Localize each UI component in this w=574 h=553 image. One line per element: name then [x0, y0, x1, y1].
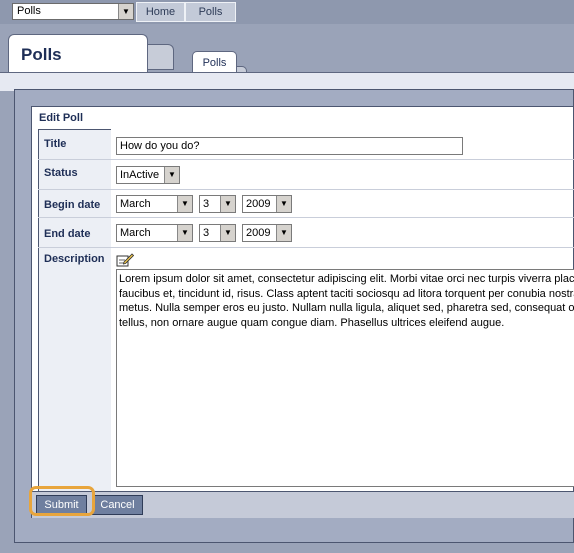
chevron-down-icon[interactable]: ▼ — [164, 167, 179, 183]
end-day-select[interactable]: 3 ▼ — [199, 224, 236, 242]
page-title-tab: Polls — [8, 34, 148, 74]
end-month-value: March — [120, 227, 151, 239]
status-value: InActive — [120, 169, 160, 181]
status-select[interactable]: InActive ▼ — [116, 166, 180, 184]
module-select[interactable]: Polls ▼ — [12, 3, 134, 20]
end-date-label: End date — [44, 228, 91, 240]
nav-tab-home[interactable]: Home — [136, 2, 185, 22]
begin-year-value: 2009 — [246, 198, 271, 210]
chevron-down-icon[interactable]: ▼ — [220, 225, 235, 241]
end-year-select[interactable]: 2009 ▼ — [242, 224, 292, 242]
chevron-down-icon[interactable]: ▼ — [177, 225, 192, 241]
begin-month-select[interactable]: March ▼ — [116, 195, 193, 213]
end-month-select[interactable]: March ▼ — [116, 224, 193, 242]
chevron-down-icon[interactable]: ▼ — [220, 196, 235, 212]
label-column — [38, 129, 111, 491]
status-label: Status — [44, 167, 78, 179]
begin-year-select[interactable]: 2009 ▼ — [242, 195, 292, 213]
description-line: faucibus et, tincidunt id, risus. Class … — [119, 287, 574, 300]
begin-month-value: March — [120, 198, 151, 210]
end-day-value: 3 — [203, 227, 210, 239]
submit-highlight-ring — [29, 486, 95, 516]
chevron-down-icon[interactable]: ▼ — [276, 196, 291, 212]
cancel-button[interactable]: Cancel — [92, 495, 143, 515]
begin-day-select[interactable]: 3 ▼ — [199, 195, 236, 213]
description-line: tellus, non ornare augue quam congue dia… — [119, 316, 505, 329]
subtab-polls[interactable]: Polls — [192, 51, 237, 73]
row-divider — [38, 159, 574, 160]
row-divider — [38, 247, 574, 248]
row-divider — [38, 189, 574, 190]
begin-date-label: Begin date — [44, 199, 101, 211]
nav-tab-polls[interactable]: Polls — [185, 2, 236, 22]
edit-poll-panel: Edit Poll Title Status InActive ▼ Begin … — [31, 106, 574, 518]
module-select-value: Polls — [17, 5, 41, 17]
tab-notch — [148, 44, 174, 70]
form-footer: Submit Cancel — [32, 491, 574, 518]
title-label: Title — [44, 138, 67, 150]
page-title: Polls — [21, 45, 62, 64]
end-year-value: 2009 — [246, 227, 271, 239]
description-textarea[interactable]: Lorem ipsum dolor sit amet, consectetur … — [116, 269, 574, 487]
chevron-down-icon[interactable]: ▼ — [276, 225, 291, 241]
pencil-edit-icon[interactable] — [116, 253, 134, 267]
row-divider — [38, 217, 574, 218]
chevron-down-icon[interactable]: ▼ — [177, 196, 192, 212]
title-input[interactable] — [116, 137, 463, 155]
description-label: Description — [44, 253, 105, 265]
chevron-down-icon[interactable]: ▼ — [118, 4, 133, 19]
description-line: metus. Nulla semper eros eu justo. Nulla… — [119, 302, 574, 314]
top-nav-bar: Polls ▼ Home Polls — [0, 0, 574, 25]
description-line: Lorem ipsum dolor sit amet, consectetur … — [119, 273, 574, 285]
panel-title: Edit Poll — [39, 112, 83, 124]
begin-day-value: 3 — [203, 198, 210, 210]
